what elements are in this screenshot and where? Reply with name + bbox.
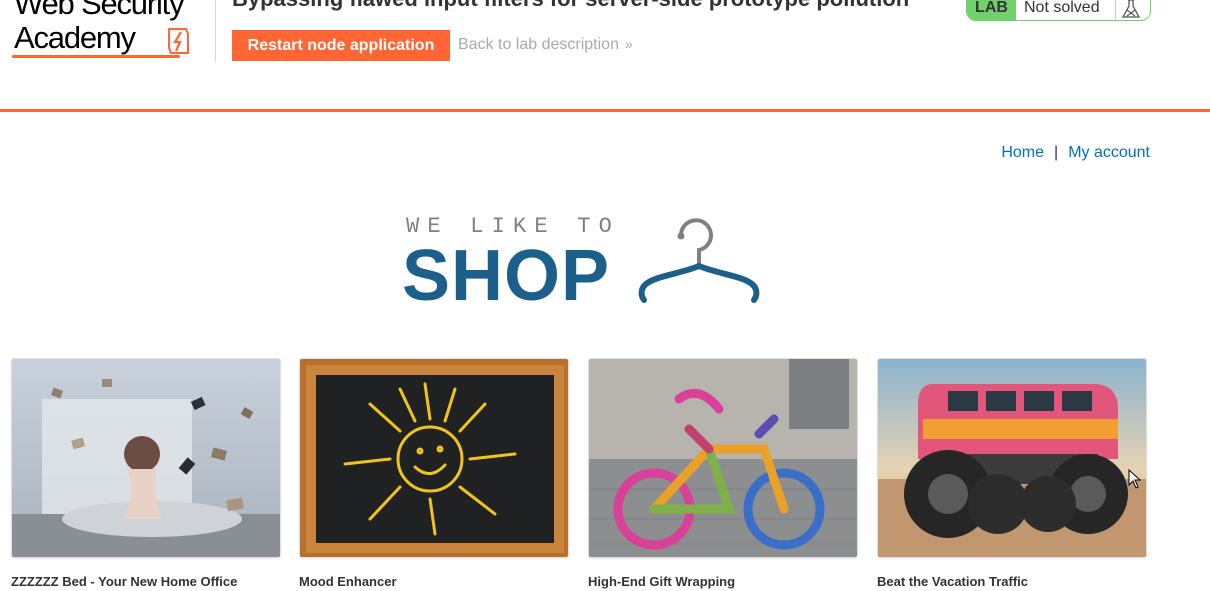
restart-node-application-button[interactable]: Restart node application: [232, 30, 450, 61]
product-name[interactable]: ZZZZZZ Bed - Your New Home Office: [11, 574, 281, 589]
lab-status-text: Not solved: [1024, 0, 1100, 16]
product-card[interactable]: ZZZZZZ Bed - Your New Home Office: [11, 358, 281, 589]
product-card[interactable]: High-End Gift Wrapping: [588, 358, 858, 589]
product-card[interactable]: Beat the Vacation Traffic: [877, 358, 1147, 589]
product-card[interactable]: Mood Enhancer: [299, 358, 569, 589]
web-security-academy-logo[interactable]: Web Security Academy: [12, 0, 212, 66]
header-bottom-rule: [0, 109, 1210, 112]
product-name[interactable]: Beat the Vacation Traffic: [877, 574, 1147, 589]
flask-icon: [1121, 0, 1141, 18]
product-image-mood-enhancer[interactable]: [299, 358, 569, 558]
logo-text-line1: Web Security: [14, 0, 185, 21]
logo-text-line2: Academy: [14, 20, 136, 55]
banner-brand: SHOP: [402, 236, 611, 316]
mouse-pointer-icon: [1128, 469, 1142, 489]
product-image-vacation-traffic[interactable]: [877, 358, 1147, 558]
my-account-link[interactable]: My account: [1068, 144, 1150, 161]
academy-bolt-icon: [168, 28, 189, 54]
product-name[interactable]: High-End Gift Wrapping: [588, 574, 858, 589]
top-nav: Home | My account: [1001, 144, 1150, 162]
lab-title: Bypassing flawed input filters for serve…: [232, 0, 909, 12]
back-to-lab-description-link[interactable]: Back to lab description »: [458, 36, 633, 54]
status-divider: [1115, 0, 1116, 20]
lab-header: Web Security Academy Bypassing flawed in…: [0, 0, 1210, 113]
nav-separator: |: [1054, 144, 1059, 161]
logo-underline: [12, 55, 180, 58]
home-link[interactable]: Home: [1001, 144, 1044, 161]
double-chevron-right-icon: »: [624, 36, 633, 52]
product-image-bed[interactable]: [11, 358, 281, 558]
product-name[interactable]: Mood Enhancer: [299, 574, 569, 589]
lab-tag: LAB: [967, 0, 1016, 20]
back-link-label: Back to lab description: [458, 36, 619, 53]
lab-status-widget: LAB Not solved: [966, 0, 1151, 21]
shop-banner: WE LIKE TO SHOP: [402, 214, 764, 316]
header-divider: [215, 0, 216, 62]
hanger-icon: [638, 218, 760, 303]
product-image-gift-wrapping[interactable]: [588, 358, 858, 558]
